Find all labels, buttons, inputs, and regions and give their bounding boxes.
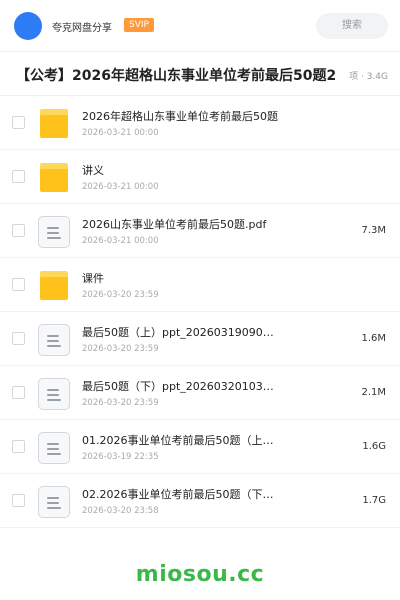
file-row[interactable]: 01.2026事业单位考前最后50题（上）.mp4 2026-03-19 22:3… xyxy=(0,420,400,474)
select-checkbox[interactable] xyxy=(12,170,25,183)
file-name: 2026年超格山东事业单位考前最后50题 xyxy=(82,110,278,123)
file-row[interactable]: 02.2026事业单位考前最后50题（下）.mp4 2026-03-20 23:5… xyxy=(0,474,400,528)
folder-icon xyxy=(38,270,70,302)
select-checkbox[interactable] xyxy=(12,386,25,399)
file-size: 2.1M xyxy=(361,387,386,398)
search-button[interactable]: 搜索 xyxy=(316,13,388,39)
file-date: 2026-03-21 00:00 xyxy=(82,128,159,138)
file-name: 讲义 xyxy=(82,164,104,177)
file-row[interactable]: 最后50题（下）ppt_2026032010383… 2026-03-20 23:… xyxy=(0,366,400,420)
svip-badge: SVIP xyxy=(124,18,154,32)
file-row[interactable]: 讲义 2026-03-21 00:00 xyxy=(0,150,400,204)
file-name: 01.2026事业单位考前最后50题（上）.mp4 xyxy=(82,434,277,447)
file-date: 2026-03-20 23:59 xyxy=(82,398,159,408)
file-name: 课件 xyxy=(82,272,104,285)
select-checkbox[interactable] xyxy=(12,116,25,129)
file-name: 最后50题（上）ppt_2026031909092… xyxy=(82,326,277,339)
folder-meta: 项 · 3.4G xyxy=(347,69,388,82)
file-date: 2026-03-21 00:00 xyxy=(82,236,159,246)
folder-icon xyxy=(38,162,70,194)
file-size: 1.6M xyxy=(361,333,386,344)
file-name: 2026山东事业单位考前最后50题.pdf xyxy=(82,218,267,231)
document-icon xyxy=(38,432,70,464)
folder-icon xyxy=(38,108,70,140)
file-date: 2026-03-20 23:58 xyxy=(82,506,159,516)
avatar[interactable] xyxy=(14,12,42,40)
file-row[interactable]: 2026山东事业单位考前最后50题.pdf 2026-03-21 00:00 7.3… xyxy=(0,204,400,258)
file-row[interactable]: 课件 2026-03-20 23:59 xyxy=(0,258,400,312)
document-icon xyxy=(38,378,70,410)
document-icon xyxy=(38,324,70,356)
file-list: 2026年超格山东事业单位考前最后50题 2026-03-21 00:00 讲义 20… xyxy=(0,96,400,528)
file-date: 2026-03-19 22:35 xyxy=(82,452,159,462)
file-name: 02.2026事业单位考前最后50题（下）.mp4 xyxy=(82,488,277,501)
file-size: 1.6G xyxy=(362,441,386,452)
brand-name: 夸克网盘分享 xyxy=(52,23,112,34)
file-name: 最后50题（下）ppt_2026032010383… xyxy=(82,380,277,393)
document-icon xyxy=(38,216,70,248)
file-size: 1.7G xyxy=(362,495,386,506)
select-checkbox[interactable] xyxy=(12,440,25,453)
page-title: 【公考】2026年超格山东事业单位考前最后50题2 xyxy=(16,68,337,84)
watermark: miosou.cc xyxy=(135,562,265,587)
app-header: 夸克网盘分享 SVIP 搜索 xyxy=(0,0,400,52)
file-row[interactable]: 2026年超格山东事业单位考前最后50题 2026-03-21 00:00 xyxy=(0,96,400,150)
file-date: 2026-03-21 00:00 xyxy=(82,182,159,192)
file-date: 2026-03-20 23:59 xyxy=(82,290,159,300)
select-checkbox[interactable] xyxy=(12,332,25,345)
file-size: 7.3M xyxy=(361,225,386,236)
file-date: 2026-03-20 23:59 xyxy=(82,344,159,354)
document-icon xyxy=(38,486,70,518)
select-checkbox[interactable] xyxy=(12,494,25,507)
file-row[interactable]: 最后50题（上）ppt_2026031909092… 2026-03-20 23:… xyxy=(0,312,400,366)
select-checkbox[interactable] xyxy=(12,278,25,291)
select-checkbox[interactable] xyxy=(12,224,25,237)
folder-title-bar: 【公考】2026年超格山东事业单位考前最后50题2 项 · 3.4G xyxy=(0,52,400,96)
